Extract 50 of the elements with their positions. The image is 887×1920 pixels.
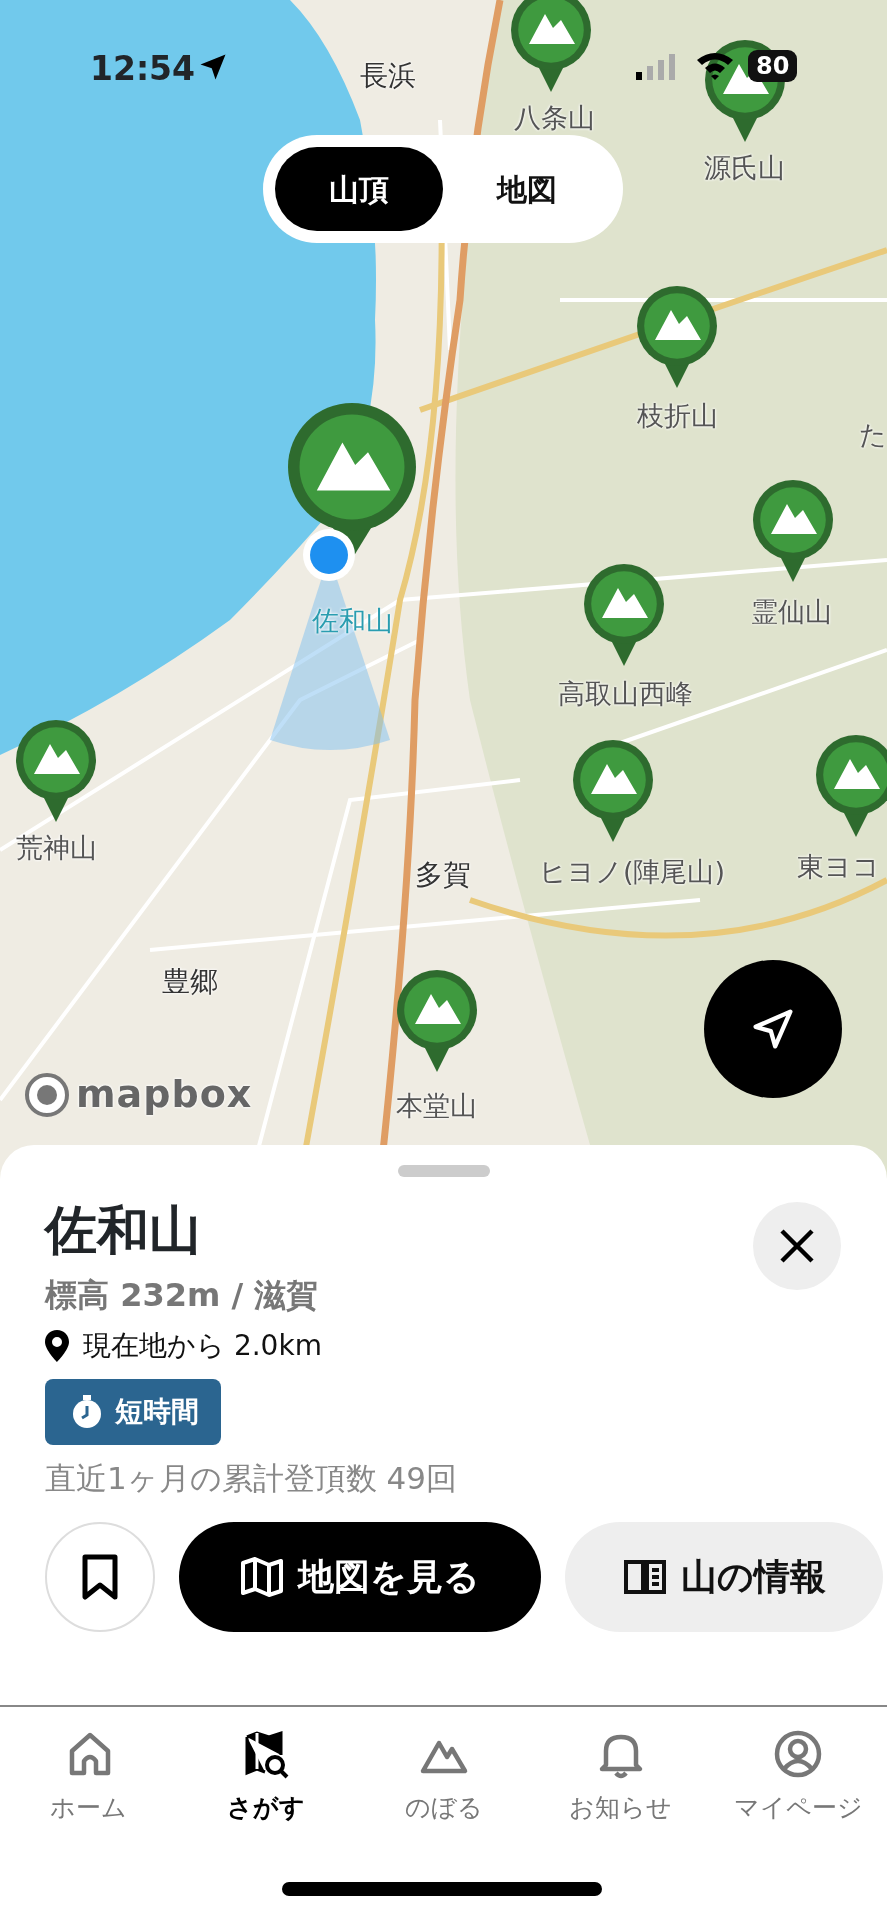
tab-bar-item[interactable]: マイページ xyxy=(709,1707,887,1920)
map-label: ヒヨノ(陣尾山) xyxy=(538,854,726,889)
view-toggle-tab[interactable]: 地図 xyxy=(443,147,611,231)
tab-bar-item[interactable]: さがす xyxy=(177,1707,355,1920)
mountain-pin[interactable] xyxy=(14,718,98,822)
mountain-pin[interactable] xyxy=(509,0,593,92)
mountain-info-button[interactable]: 山の情報 xyxy=(565,1521,883,1632)
battery-level: 80 xyxy=(748,50,798,82)
map-label: 豊郷 xyxy=(162,964,218,1000)
mountain-name: 佐和山 xyxy=(45,1199,201,1262)
duration-tag: 短時間 xyxy=(45,1379,221,1446)
user-icon xyxy=(773,1729,824,1779)
mountain-pin[interactable] xyxy=(814,733,887,837)
map-pin-icon xyxy=(45,1330,69,1363)
signal-icon xyxy=(636,52,676,80)
map-label: た xyxy=(859,417,887,452)
tab-bar-item[interactable]: のぼる xyxy=(354,1707,533,1920)
summit-count: 直近1ヶ月の累計登頂数 49回 xyxy=(45,1459,459,1499)
bookmark-icon xyxy=(80,1552,120,1601)
book-icon xyxy=(622,1558,667,1595)
mountain-pin[interactable] xyxy=(571,738,655,842)
map-label: 荒神山 xyxy=(15,830,97,865)
mountain-pin[interactable] xyxy=(635,284,719,388)
view-map-button[interactable]: 地図を見る xyxy=(179,1521,541,1632)
mountain-pin[interactable] xyxy=(395,968,479,1072)
mountain-pin[interactable] xyxy=(751,478,835,582)
map-label: 高取山西峰 xyxy=(557,676,693,711)
elevation-text: 標高 232m / 滋賀 xyxy=(45,1275,320,1317)
location-arrow-icon xyxy=(198,52,228,82)
map-label: 長浜 xyxy=(360,58,416,94)
map-label: 霊仙山 xyxy=(750,594,832,629)
view-toggle-tab[interactable]: 山頂 xyxy=(275,147,443,231)
map-label: 佐和山 xyxy=(311,603,393,638)
current-location-dot xyxy=(301,527,357,583)
map-label: 多賀 xyxy=(415,857,471,893)
tab-bar-item[interactable]: お知らせ xyxy=(532,1707,710,1920)
wifi-icon xyxy=(695,50,735,80)
map-label: 枝折山 xyxy=(636,398,718,433)
tab-bar-item[interactable]: ホーム xyxy=(0,1707,178,1920)
mountain-pin[interactable] xyxy=(582,562,666,666)
sheet-handle[interactable] xyxy=(398,1165,490,1177)
mapbox-attribution: mapbox xyxy=(76,1071,253,1118)
map-label: 源氏山 xyxy=(703,150,785,185)
map-icon xyxy=(240,1556,284,1597)
map-label: 東ヨコ xyxy=(796,849,880,884)
map-label: 八条山 xyxy=(513,100,595,135)
distance-text: 現在地から 2.0km xyxy=(83,1328,322,1365)
map-label: 本堂山 xyxy=(395,1088,477,1123)
status-time: 12:54 xyxy=(90,48,196,90)
stopwatch-icon xyxy=(71,1395,103,1430)
